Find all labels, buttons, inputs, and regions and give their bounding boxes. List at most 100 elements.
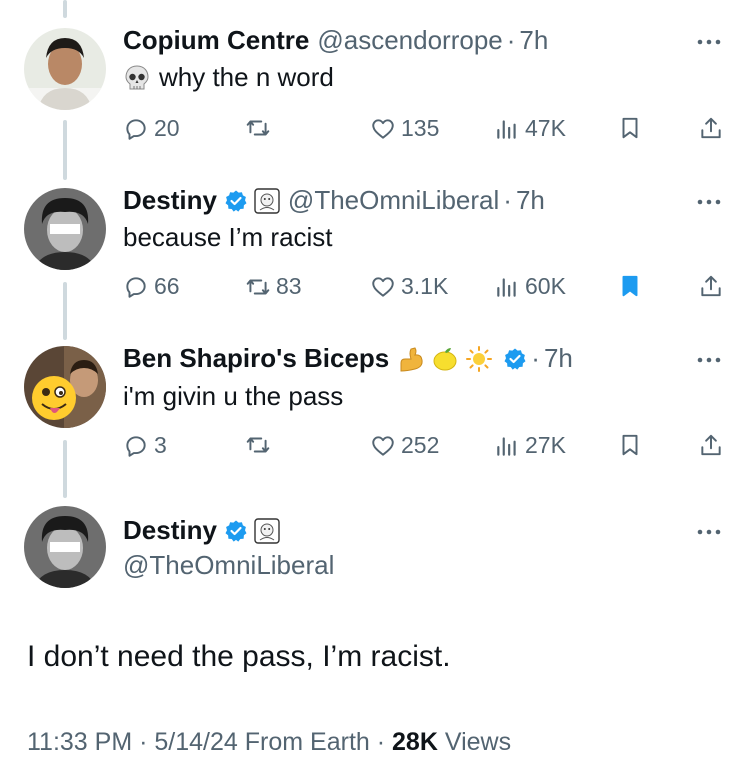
timestamp[interactable]: 7h [544, 343, 573, 374]
analytics-icon [497, 277, 516, 297]
share-icon [701, 117, 721, 139]
reply-icon [126, 276, 146, 298]
reply-count: 66 [154, 273, 180, 299]
user-handle[interactable]: @TheOmniLiberal [288, 185, 499, 216]
repost-icon [246, 120, 270, 136]
verified-badge-icon [224, 519, 248, 543]
heart-icon [372, 435, 394, 456]
timestamp[interactable]: 7h [519, 25, 548, 56]
tweet-text: why the n word [123, 62, 334, 93]
reply-button[interactable]: 3 [123, 432, 167, 459]
tweet-text: because I’m racist [123, 222, 333, 253]
affiliate-badge-icon [254, 517, 280, 544]
tweet-text: i'm givin u the pass [123, 381, 343, 412]
repost-button[interactable] [245, 115, 276, 141]
separator-dot: · [376, 728, 386, 756]
heart-icon [372, 276, 394, 297]
tweet-header: Ben Shapiro's Biceps · 7h [123, 343, 573, 374]
share-button[interactable] [698, 432, 724, 458]
separator-dot: · [503, 185, 512, 215]
thread-line [63, 0, 67, 18]
views-button[interactable]: 27K [494, 432, 566, 459]
repost-button[interactable] [245, 432, 276, 458]
share-icon [701, 434, 721, 456]
views-button[interactable]: 47K [494, 115, 566, 142]
views-label: Views [444, 728, 512, 756]
bookmark-filled-icon [622, 275, 638, 297]
avatar[interactable] [24, 346, 106, 428]
reply-icon [126, 435, 146, 457]
lemon-emoji [431, 345, 459, 373]
more-options-icon[interactable] [694, 32, 724, 52]
tweet-header: Destiny [123, 515, 280, 546]
display-name[interactable]: Destiny [123, 515, 217, 546]
sun-emoji [465, 345, 493, 373]
timestamp[interactable]: 7h [516, 185, 545, 216]
views-count: 27K [525, 432, 566, 458]
views-count: 60K [525, 273, 566, 299]
avatar[interactable] [24, 28, 106, 110]
tweet-body: i'm givin u the pass [123, 381, 344, 411]
skull-emoji [123, 64, 151, 92]
views-count: 47K [525, 115, 566, 141]
like-count: 135 [401, 115, 440, 141]
reply-icon [126, 118, 146, 140]
more-options-icon[interactable] [694, 350, 724, 370]
avatar[interactable] [24, 188, 106, 270]
views-button[interactable]: 60K [494, 273, 566, 300]
like-button[interactable]: 252 [370, 432, 439, 459]
tweet-body: because I’m racist [123, 222, 333, 252]
display-name[interactable]: Copium Centre [123, 25, 309, 56]
user-handle[interactable]: @TheOmniLiberal [123, 550, 334, 581]
thread-line [63, 282, 67, 340]
bookmark-button[interactable] [617, 432, 643, 458]
separator-dot: · [506, 25, 516, 55]
tweet-header: Destiny @TheOmniLiberal · 7h [123, 185, 545, 216]
tweet-body: why the n word [159, 62, 334, 92]
analytics-icon [497, 436, 516, 456]
display-name[interactable]: Destiny [123, 185, 217, 216]
repost-icon [246, 437, 270, 453]
repost-count: 83 [276, 273, 302, 299]
reply-count: 3 [154, 432, 167, 458]
flexed-biceps-emoji [397, 345, 425, 373]
thread-line [63, 120, 67, 180]
like-button[interactable]: 135 [370, 115, 439, 142]
bookmark-icon [622, 434, 638, 456]
share-button[interactable] [698, 115, 724, 141]
verified-badge-icon [503, 347, 527, 371]
user-handle[interactable]: @ascendorrope [317, 25, 502, 56]
bookmark-button[interactable] [617, 115, 643, 141]
tweet-header: Copium Centre @ascendorrope · 7h [123, 25, 548, 56]
thread-line [63, 440, 67, 498]
share-button[interactable] [698, 273, 724, 299]
views-count: 28K [392, 728, 438, 756]
verified-badge-icon [224, 189, 248, 213]
tweet-metadata: 11:33 PM · 5/14/24 From Earth · 28K View… [27, 728, 511, 757]
like-count: 252 [401, 432, 440, 458]
more-options-icon[interactable] [694, 192, 724, 212]
separator-dot: · [139, 728, 148, 756]
more-options-icon[interactable] [694, 522, 724, 542]
bookmark-icon [622, 117, 638, 139]
repost-icon [246, 279, 270, 294]
display-name[interactable]: Ben Shapiro's Biceps [123, 343, 389, 374]
analytics-icon [497, 119, 516, 139]
tweet-time[interactable]: 11:33 PM [27, 728, 132, 756]
share-icon [701, 275, 721, 297]
repost-button[interactable]: 83 [245, 273, 302, 300]
tweet-date[interactable]: 5/14/24 [154, 728, 237, 756]
main-tweet-text: I don’t need the pass, I’m racist. [27, 640, 451, 673]
bookmark-button[interactable] [617, 273, 643, 299]
separator-dot: · [531, 343, 540, 373]
reply-count: 20 [154, 115, 180, 141]
reply-button[interactable]: 66 [123, 273, 180, 300]
like-count: 3.1K [401, 273, 449, 299]
affiliate-badge-icon [254, 187, 280, 214]
tweet-source: From Earth [244, 728, 370, 756]
tweet-handle-line: @TheOmniLiberal [123, 550, 334, 581]
heart-icon [372, 118, 394, 139]
reply-button[interactable]: 20 [123, 115, 180, 142]
avatar[interactable] [24, 506, 106, 588]
like-button[interactable]: 3.1K [370, 273, 448, 300]
